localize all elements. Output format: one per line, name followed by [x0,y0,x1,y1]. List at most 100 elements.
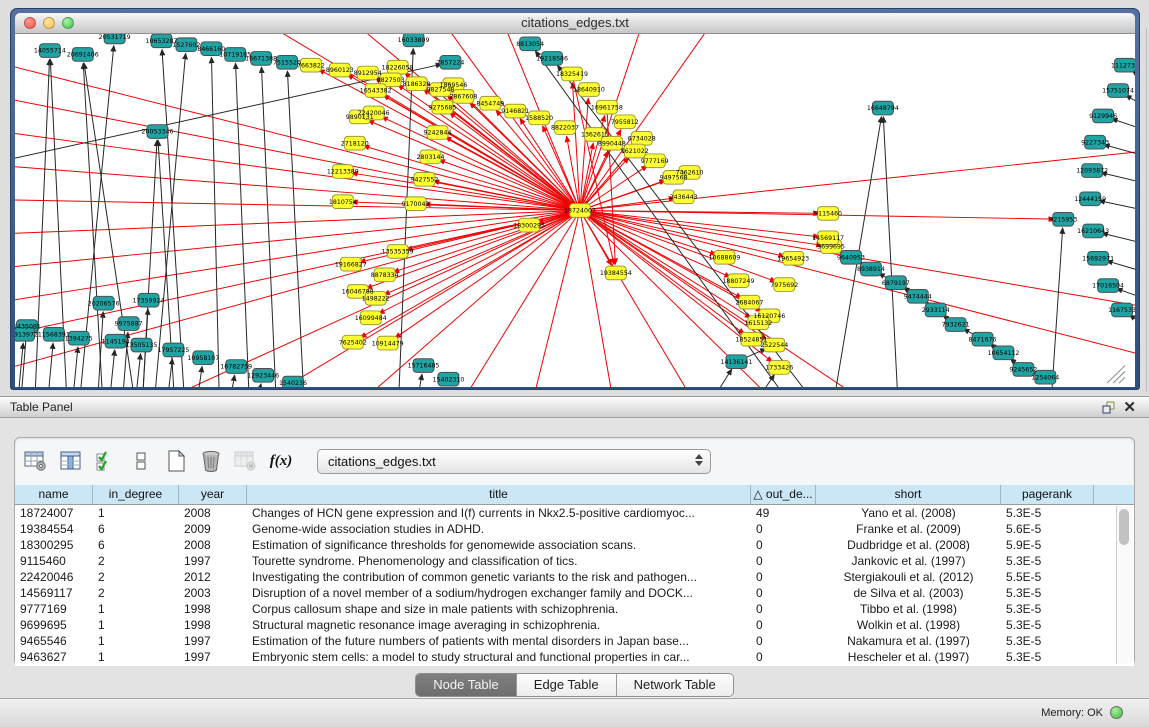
column-header-title[interactable]: title [247,485,751,504]
svg-text:9245652: 9245652 [1009,367,1037,374]
column-chooser-icon[interactable] [58,448,84,474]
svg-text:9474444: 9474444 [904,294,932,301]
svg-text:16648794: 16648794 [867,105,899,112]
table-row[interactable]: 1938455462009Genome-wide association stu… [15,521,1134,537]
table-row[interactable]: 946554611997Estimation of the future num… [15,633,1134,649]
cell: 2009 [179,521,247,537]
table-row[interactable]: 2242004622012Investigating the contribut… [15,569,1134,585]
table-panel-title: Table Panel [10,400,73,414]
status-bar: Memory: OK [0,698,1149,727]
network-window[interactable]: citations_edges.txt 14055714206914062053… [10,8,1140,390]
select-rows-icon[interactable] [93,448,119,474]
svg-text:9975887: 9975887 [115,321,143,328]
svg-text:8938914: 8938914 [857,266,885,273]
svg-text:1621022: 1621022 [621,148,649,155]
table-selector-dropdown[interactable]: citations_edges.txt [317,449,711,474]
cell: 1 [93,649,179,665]
column-header-short[interactable]: short [816,485,1001,504]
column-header-name[interactable]: name [15,485,93,504]
cell: 1998 [179,617,247,633]
resize-grip[interactable] [1107,366,1125,384]
delete-rows-icon[interactable] [198,448,224,474]
tab-network-table[interactable]: Network Table [617,674,733,696]
dropdown-arrows-icon [695,454,703,466]
network-graph[interactable]: 1405571420691406205317191065328715276028… [15,34,1135,387]
cell: 2 [93,553,179,569]
table-row[interactable]: 946362711997Embryonic stem cells: a mode… [15,649,1134,665]
table-row[interactable]: 1456911722003Disruption of a novel membe… [15,585,1134,601]
cell: 9777169 [15,601,93,617]
table-settings-icon[interactable] [23,448,49,474]
svg-text:17359924: 17359924 [133,297,165,304]
svg-text:6734028: 6734028 [628,136,656,143]
cell: 5.5E-5 [1001,569,1094,585]
column-header-in_degree[interactable]: in_degree [93,485,179,504]
table-scrollbar-thumb[interactable] [1119,509,1129,545]
tab-node-table[interactable]: Node Table [416,674,517,696]
new-file-icon[interactable] [163,448,189,474]
svg-text:8471676: 8471676 [969,336,997,343]
svg-text:1498222: 1498222 [362,295,390,302]
cell: 49 [751,505,816,521]
svg-text:19654923: 19654923 [777,255,809,262]
svg-text:20053346: 20053346 [142,129,174,136]
cell: 1997 [179,633,247,649]
minimize-window-button[interactable] [43,17,55,29]
svg-text:9115460: 9115460 [814,211,842,218]
svg-text:8454749: 8454749 [476,100,504,107]
svg-text:1394275: 1394275 [65,335,93,342]
svg-text:7663822: 7663822 [297,62,325,69]
table-row[interactable]: 969969511998Structural magnetic resonanc… [15,617,1134,633]
table-row[interactable]: 1872400712008Changes of HCN gene express… [15,505,1134,521]
svg-text:10654112: 10654112 [988,350,1020,357]
delete-table-icon[interactable] [233,448,259,474]
cell: 5.3E-5 [1001,585,1094,601]
table-row[interactable]: 911546021997Tourette syndrome. Phenomeno… [15,553,1134,569]
close-window-button[interactable] [24,17,36,29]
svg-text:14569117: 14569117 [812,235,844,242]
cell: Stergiakouli et al. (2012) [816,569,1001,585]
cell: 0 [751,633,816,649]
svg-text:1540236: 1540236 [279,380,307,387]
svg-text:12444159: 12444159 [1074,196,1106,203]
svg-text:9699695: 9699695 [817,244,845,251]
table-row[interactable]: 1830029562008Estimation of significance … [15,537,1134,553]
cell: Estimation of the future numbers of pati… [247,633,751,649]
column-header-pagerank[interactable]: pagerank [1001,485,1094,504]
table-row[interactable]: 977716911998Corpus callosum shape and si… [15,601,1134,617]
float-window-icon[interactable] [1102,401,1116,414]
column-header-year[interactable]: year [179,485,247,504]
svg-text:3913972: 3913972 [15,332,38,339]
network-canvas[interactable]: 1405571420691406205317191065328715276028… [15,34,1135,387]
cell: 22420046 [15,569,93,585]
svg-text:1167533: 1167533 [1108,307,1135,314]
svg-text:10914479: 10914479 [372,340,404,347]
row-height-icon[interactable] [128,448,154,474]
table-scrollbar[interactable] [1116,506,1132,664]
memory-status-indicator[interactable] [1110,706,1123,719]
cell: 9699695 [15,617,93,633]
zoom-window-button[interactable] [62,17,74,29]
table-panel-titlebar: Table Panel ✕ [0,396,1149,418]
close-panel-icon[interactable]: ✕ [1123,398,1136,416]
svg-text:1527602: 1527602 [172,42,200,49]
svg-text:7975692: 7975692 [770,282,798,289]
cell: Embryonic stem cells: a model to study s… [247,649,751,665]
network-window-titlebar[interactable]: citations_edges.txt [15,13,1135,34]
svg-text:9275685: 9275685 [429,104,457,111]
tab-edge-table[interactable]: Edge Table [517,674,617,696]
cell: 1998 [179,601,247,617]
svg-text:18807249: 18807249 [722,278,754,285]
cell: 6 [93,521,179,537]
svg-text:7932621: 7932621 [942,322,970,329]
svg-text:17016504: 17016504 [1092,283,1124,290]
cell: 0 [751,553,816,569]
column-header-out_de[interactable]: △ out_de... [751,485,816,504]
svg-text:18300295: 18300295 [513,222,545,229]
svg-text:15716485: 15716485 [408,363,440,370]
cell: 5.3E-5 [1001,553,1094,569]
svg-text:9640953: 9640953 [837,255,865,262]
svg-text:20531719: 20531719 [99,34,131,41]
function-builder-icon[interactable]: f(x) [268,448,294,474]
svg-text:9215953: 9215953 [1049,216,1077,223]
